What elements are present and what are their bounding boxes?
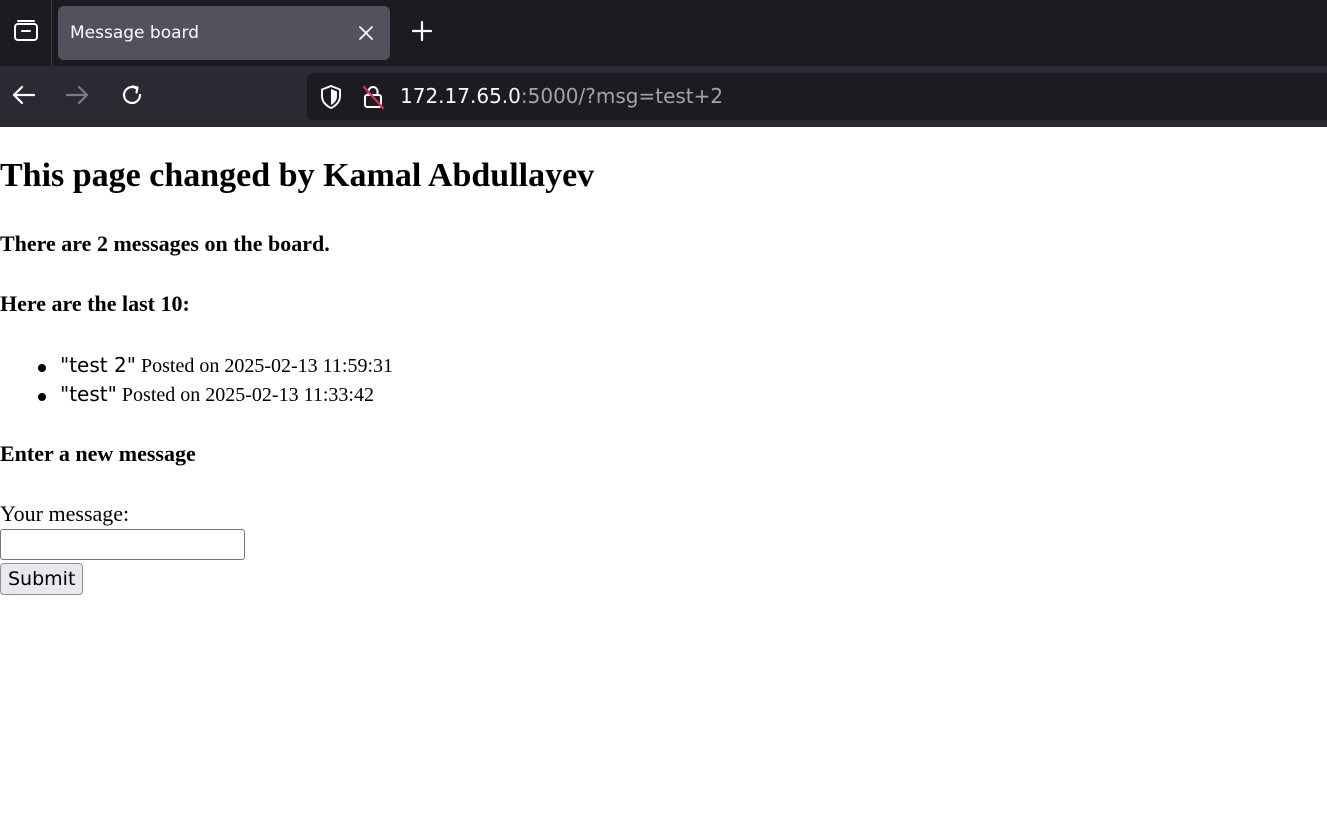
form-heading: Enter a new message [0, 441, 196, 466]
tab-bar: Message board [0, 0, 1327, 66]
reload-icon [120, 83, 144, 111]
bullet [38, 393, 46, 401]
message-text: "test" [60, 382, 117, 406]
shield-icon[interactable] [319, 84, 343, 110]
navigation-toolbar: 172.17.65.0:5000/?msg=test+2 [0, 66, 1327, 127]
insecure-lock-icon[interactable] [361, 84, 385, 110]
back-arrow-icon [11, 84, 37, 110]
message-item: "test 2" Posted on 2025-02-13 11:59:31 [0, 353, 393, 382]
close-icon[interactable] [354, 21, 378, 45]
url-host: 172.17.65.0 [400, 84, 521, 108]
back-button[interactable] [7, 80, 41, 114]
submit-button[interactable]: Submit [0, 563, 84, 595]
tab-overview-button[interactable] [0, 0, 51, 66]
new-tab-button[interactable] [408, 19, 436, 47]
tab-divider [51, 0, 52, 66]
message-count: There are 2 messages on the board. [0, 231, 330, 256]
tab-active[interactable]: Message board [58, 6, 390, 60]
forward-arrow-icon [64, 84, 90, 110]
page-title: This page changed by Kamal Abdullayev [0, 157, 595, 194]
message-timestamp: Posted on 2025-02-13 11:33:42 [121, 384, 374, 406]
forward-button[interactable] [60, 80, 94, 114]
url-path: :5000/?msg=test+2 [520, 84, 724, 108]
page-content: This page changed by Kamal Abdullayev Th… [0, 127, 1327, 835]
message-label: Your message: [0, 501, 130, 526]
reload-button[interactable] [115, 80, 149, 114]
tab-overview-icon [13, 19, 39, 47]
bullet [38, 364, 46, 372]
message-item: "test" Posted on 2025-02-13 11:33:42 [0, 382, 393, 411]
plus-icon [411, 20, 433, 46]
message-input[interactable] [0, 529, 245, 560]
tab-title: Message board [70, 23, 200, 43]
message-timestamp: Posted on 2025-02-13 11:59:31 [140, 355, 394, 377]
message-list: "test 2" Posted on 2025-02-13 11:59:31 "… [0, 353, 393, 411]
browser-chrome: Message board 172.17.65.0:5000/?msg=test… [0, 0, 1327, 127]
message-text: "test 2" [60, 353, 136, 377]
url-text[interactable]: 172.17.65.0:5000/?msg=test+2 [400, 73, 723, 120]
list-heading: Here are the last 10: [0, 291, 190, 316]
address-bar[interactable]: 172.17.65.0:5000/?msg=test+2 [307, 73, 1327, 120]
